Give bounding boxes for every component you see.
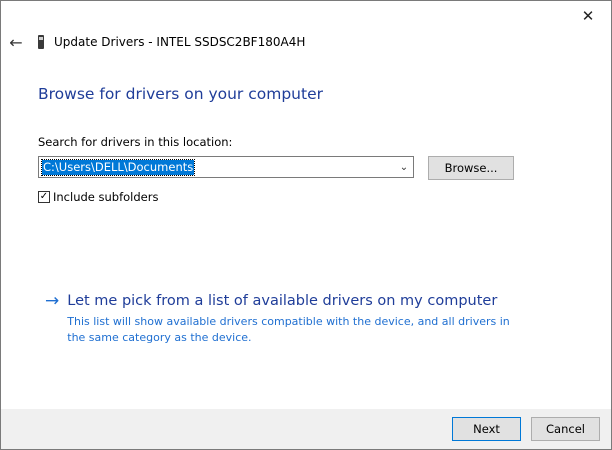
- back-button[interactable]: ←: [5, 31, 27, 53]
- checkmark-icon: ✓: [39, 191, 49, 202]
- window-title: Update Drivers - INTEL SSDSC2BF180A4H: [54, 35, 306, 49]
- close-button[interactable]: ✕: [565, 1, 611, 31]
- pick-driver-description: This list will show available drivers co…: [67, 315, 510, 344]
- include-subfolders-row[interactable]: ✓ Include subfolders: [38, 190, 158, 204]
- pick-driver-title[interactable]: Let me pick from a list of available dri…: [67, 291, 517, 311]
- cancel-button[interactable]: Cancel: [531, 417, 600, 441]
- arrow-right-icon: →: [45, 291, 60, 311]
- window-header: Update Drivers - INTEL SSDSC2BF180A4H: [38, 35, 305, 49]
- next-button[interactable]: Next: [452, 417, 521, 441]
- search-location-combobox[interactable]: C:\Users\DELL\Documents ⌄: [38, 156, 414, 178]
- include-subfolders-checkbox[interactable]: ✓: [38, 191, 50, 203]
- search-location-input[interactable]: C:\Users\DELL\Documents: [40, 159, 196, 176]
- update-drivers-window: ✕ ← Update Drivers - INTEL SSDSC2BF180A4…: [0, 0, 612, 450]
- back-arrow-icon: ←: [9, 32, 23, 52]
- pick-driver-text[interactable]: Let me pick from a list of available dri…: [67, 291, 517, 346]
- include-subfolders-label[interactable]: Include subfolders: [53, 190, 158, 204]
- pick-driver-link[interactable]: → Let me pick from a list of available d…: [45, 291, 517, 346]
- search-location-label: Search for drivers in this location:: [38, 135, 233, 149]
- browse-button[interactable]: Browse...: [428, 156, 514, 180]
- drive-icon: [38, 35, 44, 49]
- footer-bar: Next Cancel: [1, 409, 611, 449]
- page-title: Browse for drivers on your computer: [38, 85, 323, 103]
- close-icon: ✕: [581, 7, 595, 25]
- chevron-down-icon[interactable]: ⌄: [395, 157, 413, 177]
